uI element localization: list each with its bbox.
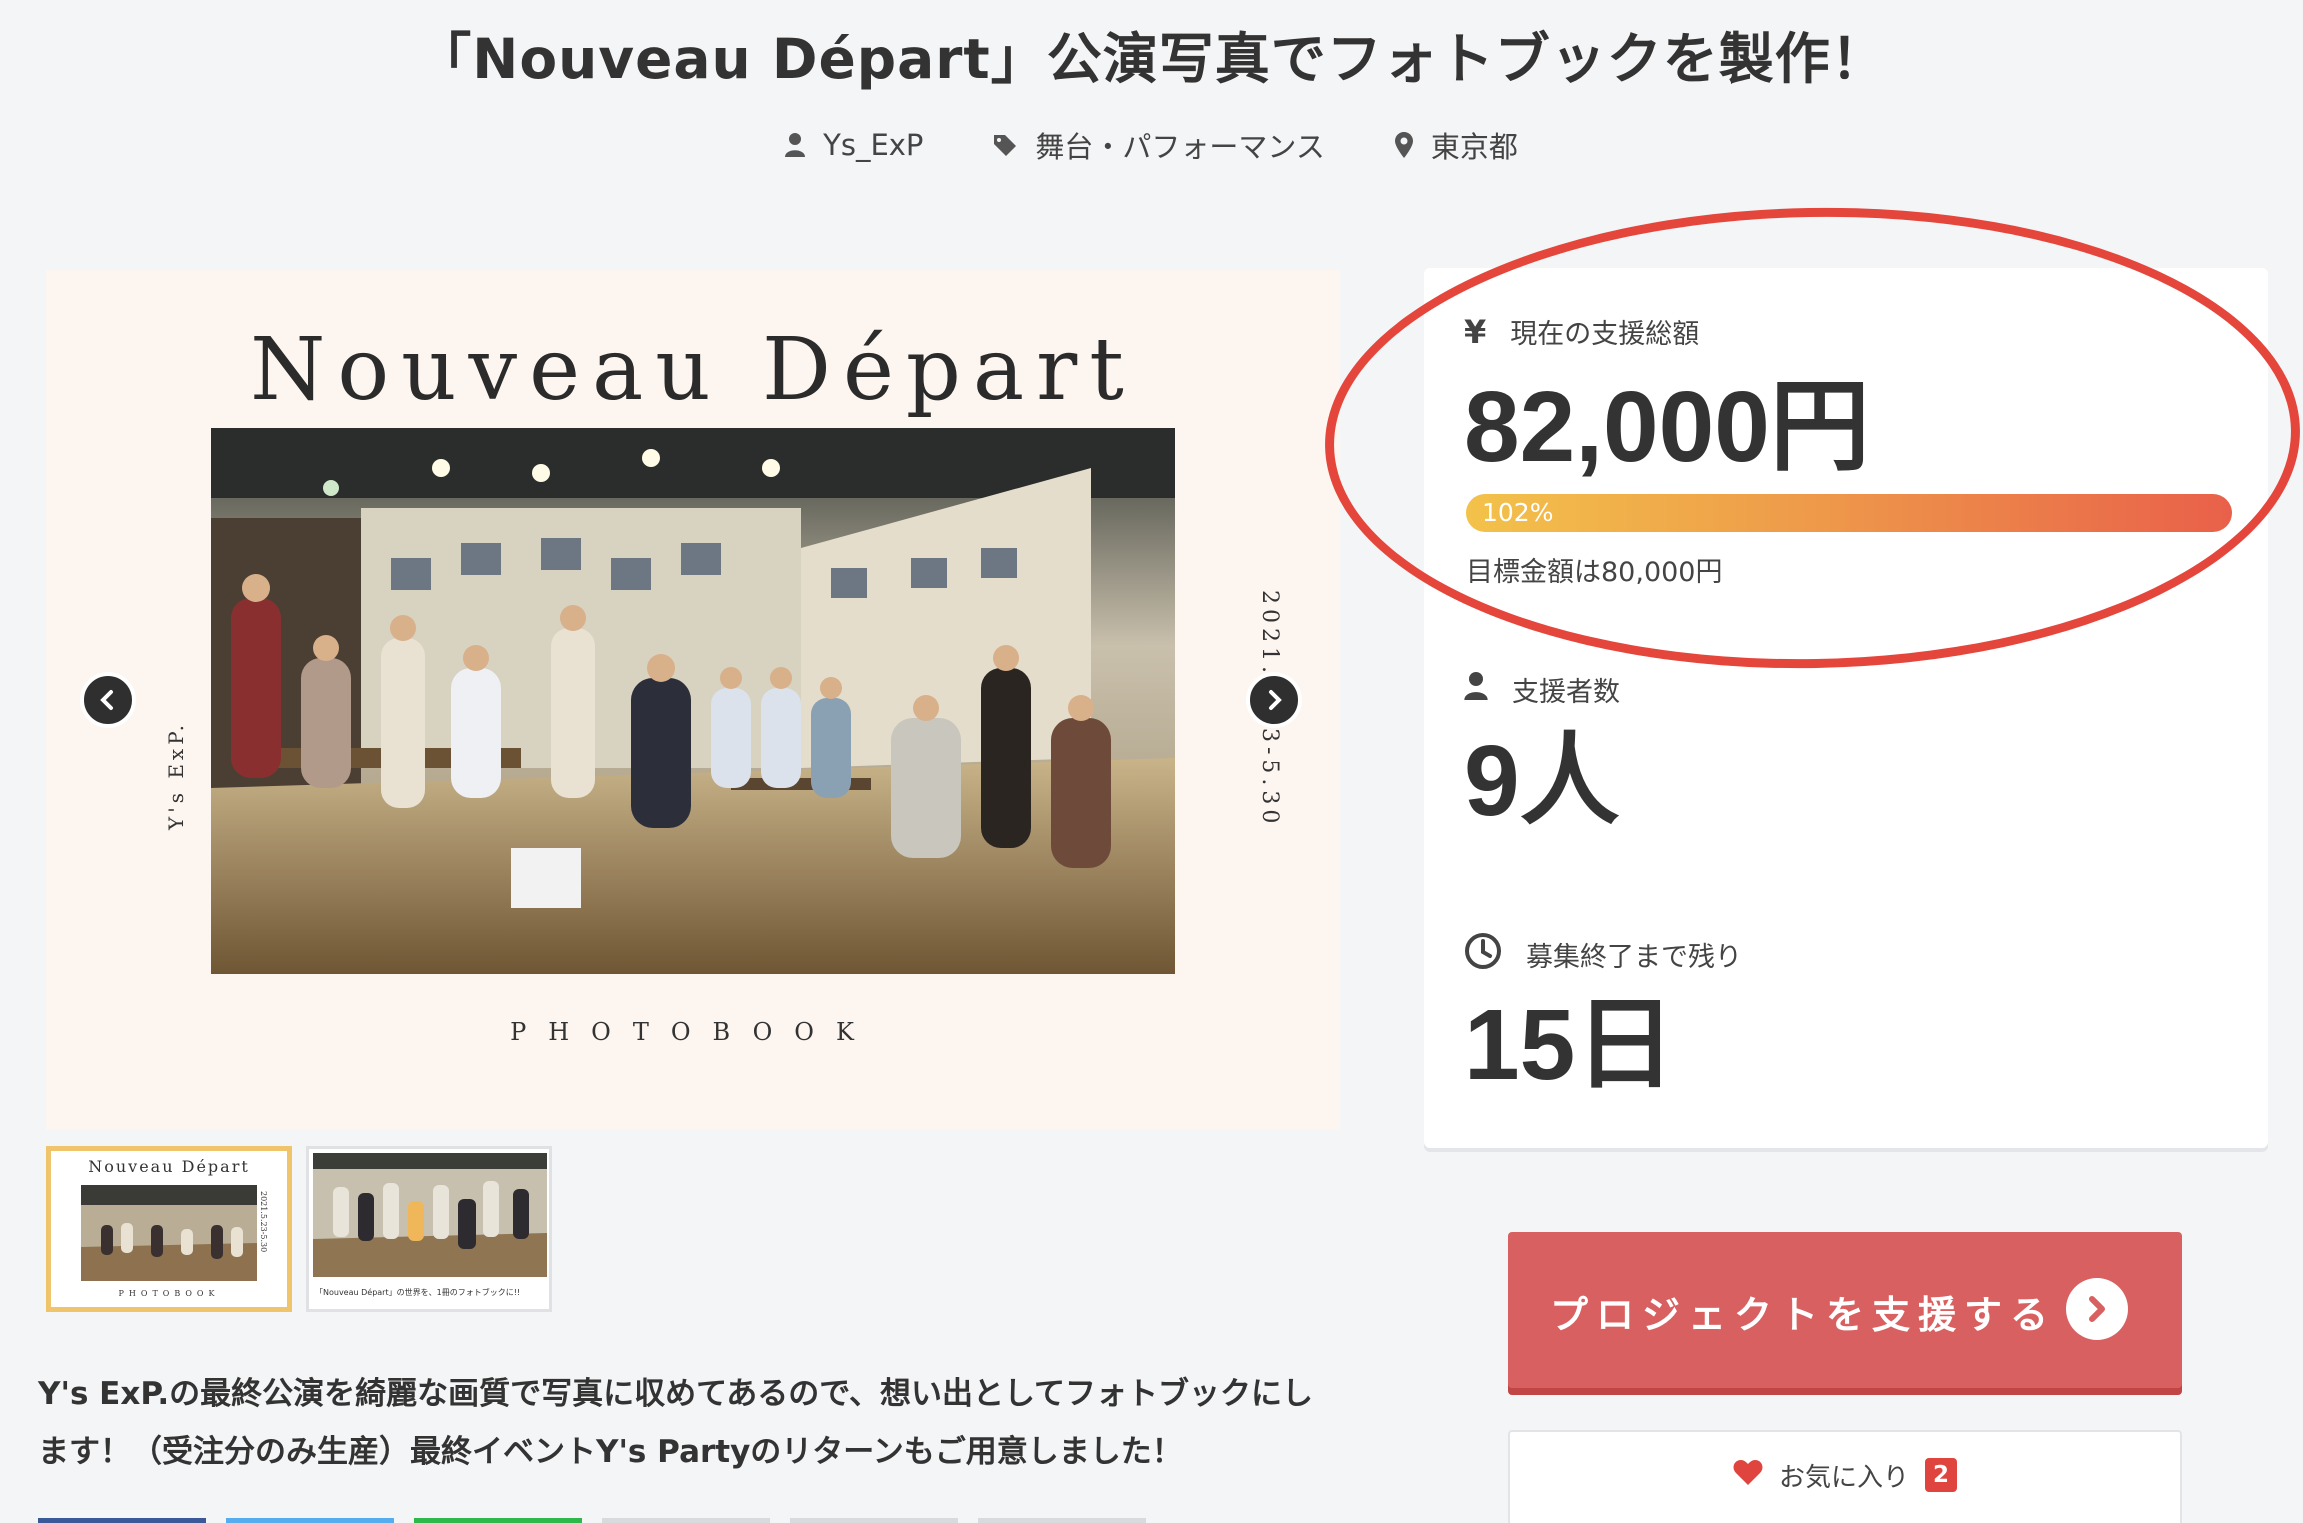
user-icon [785,133,806,157]
support-project-button[interactable]: プロジェクトを支援する [1508,1232,2182,1388]
project-description: Y's ExP.の最終公演を綺麗な画質で写真に収めてあるので、想い出としてフォト… [38,1365,1368,1481]
share-button-4[interactable] [602,1518,770,1523]
photobook-subtitle: PHOTOBOOK [510,1018,876,1046]
description-line-1: Y's ExP.の最終公演を綺麗な画質で写真に収めてあるので、想い出としてフォト… [38,1376,1314,1412]
main-image-carousel: Nouveau Départ PHOTOBOOK Y's ExP. [46,270,1340,1130]
thumbnail-1-date: 2021.5.23-5.30 [259,1191,268,1253]
remaining-days: 15日 [1464,989,1676,1101]
remaining-label: 募集終了まで残り [1526,942,1742,973]
thumbnail-2[interactable]: 「Nouveau Départ」の世界を、1冊のフォトブックに!! [306,1146,552,1312]
share-button-5[interactable] [790,1518,958,1523]
thumbnail-1-title: Nouveau Départ [88,1157,250,1176]
supporters-label-row: 支援者数 [1464,670,1620,709]
favorite-button[interactable]: お気に入り 2 [1508,1430,2182,1523]
goal-amount: 目標金額は80,000円 [1466,557,1723,588]
thumbnail-1-subtitle: PHOTOBOOK [118,1289,220,1298]
user-icon [1464,672,1488,707]
page-title: 「Nouveau Départ」公演写真でフォトブックを製作！ [416,27,1887,91]
support-button-label: プロジェクトを支援する [1550,1293,2057,1337]
photobook-title: Nouveau Départ [250,320,1136,420]
share-twitter-button[interactable] [226,1518,394,1523]
description-line-2: ます！（受注分のみ生産）最終イベントY's Partyのリターンもご用意しました… [38,1434,1183,1470]
thumbnail-1[interactable]: Nouveau Départ 2021.5.23-5.30 PHOTOBOOK [46,1146,292,1312]
total-label: 現在の支援総額 [1510,319,1700,350]
category-link[interactable]: 舞台・パフォーマンス [993,124,1325,166]
project-meta: Ys_ExP 舞台・パフォーマンス 東京都 [0,124,2303,166]
location-link[interactable]: 東京都 [1394,124,1518,166]
supporters-label: 支援者数 [1512,677,1620,708]
progress-percent: 102% [1482,498,1554,527]
stage-photo [211,428,1175,974]
remaining-label-row: 募集終了まで残り [1464,932,1742,977]
chevron-right-circle-icon [2066,1278,2128,1340]
thumbnail-1-photo [81,1185,257,1281]
chevron-left-icon [96,688,120,712]
category-name: 舞台・パフォーマンス [1035,130,1325,164]
yen-icon: ¥ [1464,312,1487,351]
tag-icon [993,133,1017,157]
clock-icon [1464,932,1502,977]
carousel-prev-button[interactable] [80,672,136,728]
total-label-row: ¥ 現在の支援総額 [1464,312,1699,351]
funding-progress-bar: 102% [1466,494,2232,532]
favorite-count-badge: 2 [1925,1458,1958,1492]
owner-link[interactable]: Ys_ExP [785,124,923,166]
thumbnail-2-photo [313,1153,547,1277]
location-pin-icon [1394,132,1413,158]
owner-name: Ys_ExP [823,128,924,162]
supporters-count: 9人 [1464,725,1620,837]
share-line-button[interactable] [414,1518,582,1523]
heart-icon [1733,1458,1763,1493]
location-name: 東京都 [1430,130,1518,164]
thumbnail-2-caption: 「Nouveau Départ」の世界を、1冊のフォトブックに!! [315,1288,521,1297]
chevron-right-icon [1262,688,1286,712]
funding-stats-card: ¥ 現在の支援総額 82,000円 102% 目標金額は80,000円 支援者数… [1424,268,2268,1148]
carousel-next-button[interactable] [1246,672,1302,728]
side-text-left: Y's ExP. [164,721,188,830]
total-amount: 82,000円 [1464,371,1870,483]
share-button-6[interactable] [978,1518,1146,1523]
share-facebook-button[interactable] [38,1518,206,1523]
favorite-label: お気に入り [1778,1462,1909,1493]
